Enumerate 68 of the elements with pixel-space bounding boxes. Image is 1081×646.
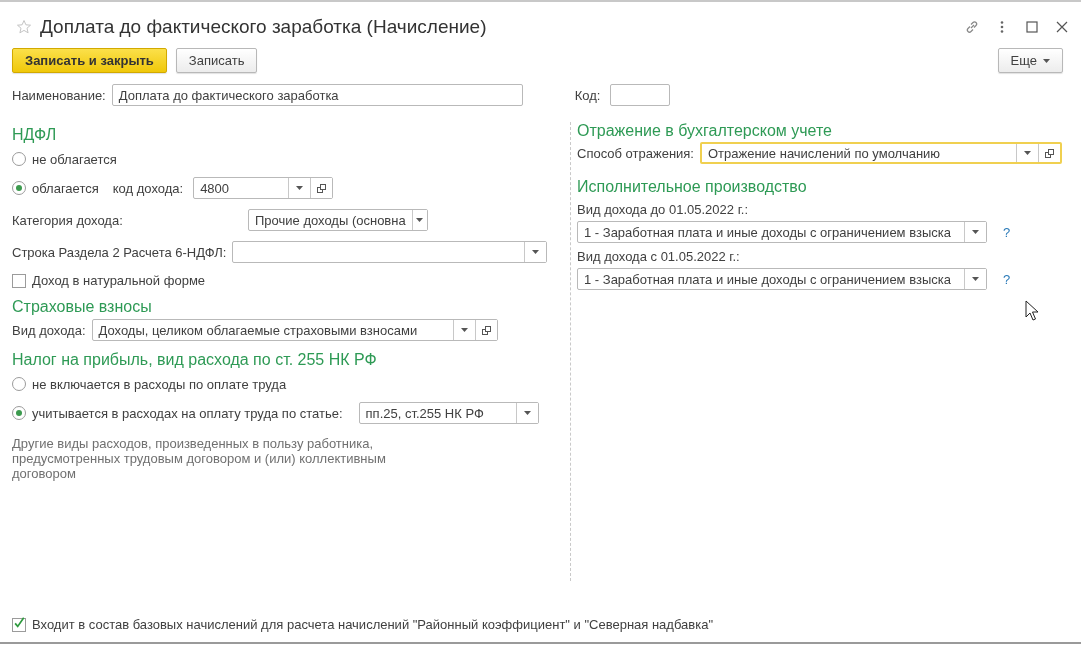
caret-icon — [460, 328, 468, 332]
dropdown-button[interactable] — [964, 269, 986, 289]
radio-button[interactable] — [12, 181, 26, 195]
checkbox-label[interactable]: Доход в натуральной форме — [32, 273, 206, 288]
caret-icon — [523, 411, 531, 415]
radio-label[interactable]: учитывается в расходах на оплату труда по статье: — [32, 405, 343, 421]
window-title: Доплата до фактического заработка (Начисление) — [40, 16, 488, 38]
close-icon[interactable] — [1055, 20, 1069, 34]
dropdown-button[interactable] — [515, 403, 538, 423]
caret-icon — [1023, 151, 1031, 155]
accounting-method-field[interactable]: Отражение начислений по умолчанию — [699, 142, 1062, 164]
save-button[interactable]: Записать — [175, 48, 258, 73]
field-label: Способ отражения: — [577, 145, 694, 161]
income-type-field[interactable]: Доходы, целиком облагаемые страховыми взносами — [91, 319, 498, 341]
field-label: Строка Раздела 2 Расчета 6-НДФЛ: — [12, 244, 227, 260]
open-window-icon — [317, 183, 327, 193]
dropdown-button[interactable] — [524, 242, 547, 262]
mouse-pointer-icon — [1025, 300, 1039, 321]
help-link[interactable]: ? — [1003, 224, 1011, 240]
radio-label[interactable]: не включается в расходы по оплате труда — [32, 376, 287, 392]
field-label: Вид дохода с 01.05.2022 г.: — [577, 249, 741, 264]
star-icon[interactable] — [16, 19, 32, 35]
field-label: Наименование: — [12, 87, 106, 103]
code-field[interactable] — [610, 84, 671, 106]
field-label: Вид дохода до 01.05.2022 г.: — [577, 202, 749, 217]
expense-article-field[interactable]: пп.25, ст.255 НК РФ — [358, 402, 539, 424]
checkmark-icon — [13, 616, 25, 630]
radio-button[interactable] — [12, 377, 26, 391]
income-category-field[interactable]: Прочие доходы (основна — [248, 209, 428, 231]
more-button[interactable]: Еще — [997, 48, 1063, 73]
save-and-close-button[interactable]: Записать и закрыть — [12, 48, 167, 73]
field-label: Категория дохода: — [12, 212, 124, 228]
income-kind-field[interactable]: 1 - Заработная плата и иные доходы с ограничением взыска — [577, 268, 987, 290]
checkbox-label[interactable]: Входит в состав базовых начислений для расчета начислений "Районный коэффициент" и "Северная надбавка" — [32, 617, 714, 632]
report-line-field[interactable] — [232, 241, 548, 263]
maximize-icon[interactable] — [1025, 20, 1039, 34]
checkbox[interactable] — [12, 617, 26, 632]
income-kind-field[interactable]: 1 - Заработная плата и иные доходы с ограничением взыска — [577, 221, 987, 243]
radio-button[interactable] — [12, 152, 26, 166]
dropdown-button[interactable] — [411, 210, 427, 230]
radio-label[interactable]: не облагается — [32, 151, 117, 167]
section-heading: Налог на прибыль, вид расхода по ст. 255 НК РФ — [12, 351, 378, 369]
dropdown-button[interactable] — [964, 222, 986, 242]
caret-icon — [296, 186, 304, 190]
open-button[interactable] — [310, 178, 333, 198]
radio-label[interactable]: облагается — [32, 180, 99, 196]
link-icon[interactable] — [965, 20, 979, 34]
caret-icon — [532, 250, 540, 254]
caret-icon — [972, 277, 979, 281]
section-heading: НДФЛ — [12, 126, 58, 144]
caret-icon — [972, 230, 979, 234]
help-link[interactable]: ? — [1003, 271, 1011, 287]
caret-icon — [1043, 58, 1050, 63]
checkbox[interactable] — [12, 273, 26, 288]
section-heading: Отражение в бухгалтерском учете — [577, 122, 833, 140]
field-label: Код: — [574, 87, 601, 103]
open-window-icon — [481, 325, 491, 335]
income-code-field[interactable]: 4800 — [193, 177, 334, 199]
field-label: код дохода: — [112, 180, 184, 196]
open-window-icon — [1044, 148, 1054, 158]
open-button[interactable] — [474, 320, 497, 340]
name-field[interactable]: Доплата до фактического заработка — [111, 84, 523, 106]
section-heading: Исполнительное производство — [577, 178, 808, 196]
field-label: Вид дохода: — [12, 322, 86, 338]
caret-icon — [416, 218, 424, 222]
section-heading: Страховые взносы — [12, 298, 153, 316]
radio-button[interactable] — [12, 406, 26, 420]
description-text: Другие виды расходов, произведенных в пользу работника, предусмотренных трудовым договором и (или) коллективным договором — [12, 436, 387, 481]
